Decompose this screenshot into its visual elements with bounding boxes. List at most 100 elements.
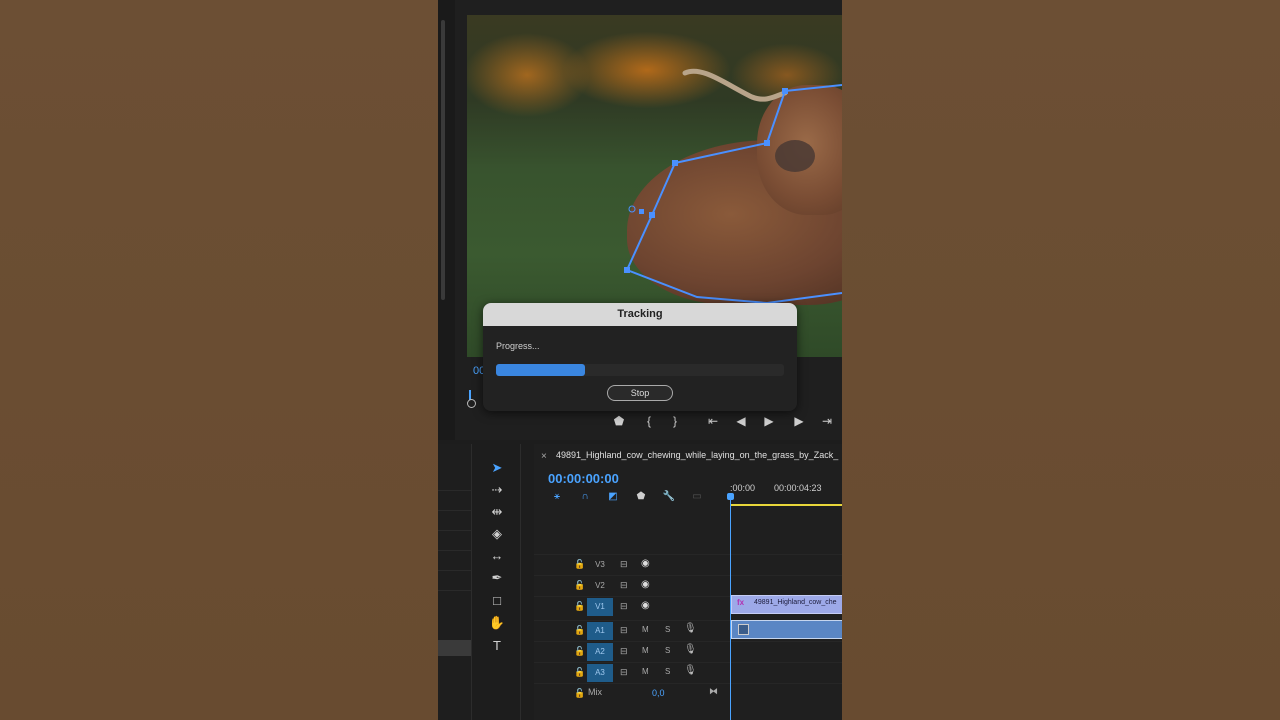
lock-icon[interactable]: 🔓 [574,625,585,636]
panel-row-divider [438,570,471,571]
eye-icon[interactable]: ◉ [641,600,650,611]
background-left [0,0,438,720]
snap-icon[interactable]: ∩ [578,491,592,502]
lock-icon[interactable]: 🔓 [574,601,585,612]
timeline-panel: × 49891_Highland_cow_chewing_while_layin… [534,444,842,720]
track-header: 🔓 V2 ⊟ ◉ [534,576,729,596]
lock-icon[interactable]: 🔓 [574,667,585,678]
track-header: 🔓 A3 ⊟ M S 🎙 [534,663,729,683]
track-label[interactable]: A2 [587,643,613,661]
track-row-v2: 🔓 V2 ⊟ ◉ [534,575,842,596]
sync-lock-icon[interactable]: ⊟ [620,625,628,636]
mute-button[interactable]: M [642,646,649,655]
mix-value[interactable]: 0,0 [652,688,665,698]
close-icon[interactable]: × [541,451,547,462]
monitor-side-strip [438,0,456,440]
sync-lock-icon[interactable]: ⊟ [620,559,628,570]
timeline-toolbar: ⚹ ∩ ◩ ⬟ 🔧 ▭ [548,491,718,505]
mic-icon[interactable]: 🎙 [684,644,697,655]
selection-icon[interactable]: ➤ [485,458,509,478]
solo-button[interactable]: S [665,625,670,634]
lock-icon[interactable]: 🔓 [574,580,585,591]
go-to-in-icon[interactable]: ⇤ [704,414,722,428]
track-header: 🔓 Mix 0,0 ⧓ [534,684,729,704]
premiere-window: 00 ⬟ { } ⇤ ◀ ▶ ▶ ⇥ Tracking Progress... … [438,0,842,720]
mute-button[interactable]: M [642,625,649,634]
panel-row-divider [438,530,471,531]
solo-button[interactable]: S [665,667,670,676]
pen-icon[interactable]: ✒ [485,568,509,588]
project-panel-selected-row[interactable] [438,640,471,656]
audio-clip[interactable] [731,620,842,639]
time-ruler[interactable]: :00:00 00:00:04:23 [730,478,842,508]
video-clip[interactable]: fx 49891_Highland_cow_che [731,595,842,614]
video-clip-label: 49891_Highland_cow_che [754,599,837,606]
track-header: 🔓 V1 ⊟ ◉ [534,597,729,617]
mic-icon[interactable]: 🎙 [684,665,697,676]
captions-icon[interactable]: ▭ [690,491,704,502]
hand-icon[interactable]: ✋ [485,613,509,633]
linked-selection-icon[interactable]: ◩ [606,491,620,502]
stop-button[interactable]: Stop [607,385,673,401]
marker-icon[interactable]: ⬟ [610,414,628,428]
step-back-icon[interactable]: ◀ [732,414,750,428]
progress-bar [496,364,784,376]
lock-icon[interactable]: 🔓 [574,559,585,570]
sync-lock-icon[interactable]: ⊟ [620,580,628,591]
timeline-playhead-line[interactable] [730,496,731,720]
eye-icon[interactable]: ◉ [641,579,650,590]
track-row-v3: 🔓 V3 ⊟ ◉ [534,554,842,575]
wrench-icon[interactable]: 🔧 [662,491,676,502]
nest-icon[interactable]: ⚹ [550,491,564,502]
tools-panel: ➤ ⇢ ⇹ ◈ ↔ ✒ □ ✋ T [476,444,521,720]
timeline-timecode[interactable]: 00:00:00:00 [548,471,619,486]
track-row-a3: 🔓 A3 ⊟ M S 🎙 [534,662,842,683]
panel-row-divider [438,590,471,591]
sync-lock-icon[interactable]: ⊟ [620,667,628,678]
mic-icon[interactable]: 🎙 [684,623,697,634]
sync-lock-icon[interactable]: ⊟ [620,601,628,612]
sync-lock-icon[interactable]: ⊟ [620,646,628,657]
eye-icon[interactable]: ◉ [641,558,650,569]
go-to-out-icon[interactable]: ⇥ [818,414,836,428]
mute-button[interactable]: M [642,667,649,676]
tracking-dialog: Tracking Progress... Stop [483,303,797,411]
mix-go-to-end-icon[interactable]: ⧓ [709,686,718,697]
solo-button[interactable]: S [665,646,670,655]
monitor-playhead-handle[interactable] [467,399,476,408]
dialog-title: Tracking [483,303,797,326]
lock-icon[interactable]: 🔓 [574,646,585,657]
fx-badge: fx [737,598,745,607]
scrollbar[interactable] [441,20,445,300]
panel-row-divider [438,550,471,551]
razor-icon[interactable]: ◈ [485,524,509,544]
track-label[interactable]: V1 [587,598,613,616]
step-forward-icon[interactable]: ▶ [790,414,808,428]
background-right [842,0,1280,720]
timeline-playhead-head[interactable] [727,493,734,500]
out-bracket-icon[interactable]: } [666,414,684,428]
lock-icon[interactable]: 🔓 [574,688,585,699]
add-marker-icon[interactable]: ⬟ [634,491,648,502]
panel-row-divider [438,490,471,491]
progress-fill [496,364,586,376]
audio-clip-badge [738,624,749,635]
track-label[interactable]: A3 [587,664,613,682]
panel-row-divider [438,510,471,511]
ruler-label: 00:00:04:23 [774,483,822,493]
project-panel-edge [438,444,472,720]
track-label[interactable]: A1 [587,622,613,640]
ripple-edit-icon[interactable]: ⇹ [485,502,509,522]
track-select-icon[interactable]: ⇢ [485,480,509,500]
slip-icon[interactable]: ↔ [485,546,509,566]
in-bracket-icon[interactable]: { [640,414,658,428]
track-label[interactable]: V3 [587,556,613,574]
type-icon[interactable]: T [485,636,509,656]
transport-controls: ⬟ { } ⇤ ◀ ▶ ▶ ⇥ [608,414,842,434]
track-label[interactable]: V2 [587,577,613,595]
work-area-bar[interactable] [730,504,842,506]
sequence-tab-title[interactable]: 49891_Highland_cow_chewing_while_laying_… [556,450,838,460]
play-icon[interactable]: ▶ [760,414,778,428]
progress-label: Progress... [496,341,540,351]
rectangle-icon[interactable]: □ [485,591,509,611]
